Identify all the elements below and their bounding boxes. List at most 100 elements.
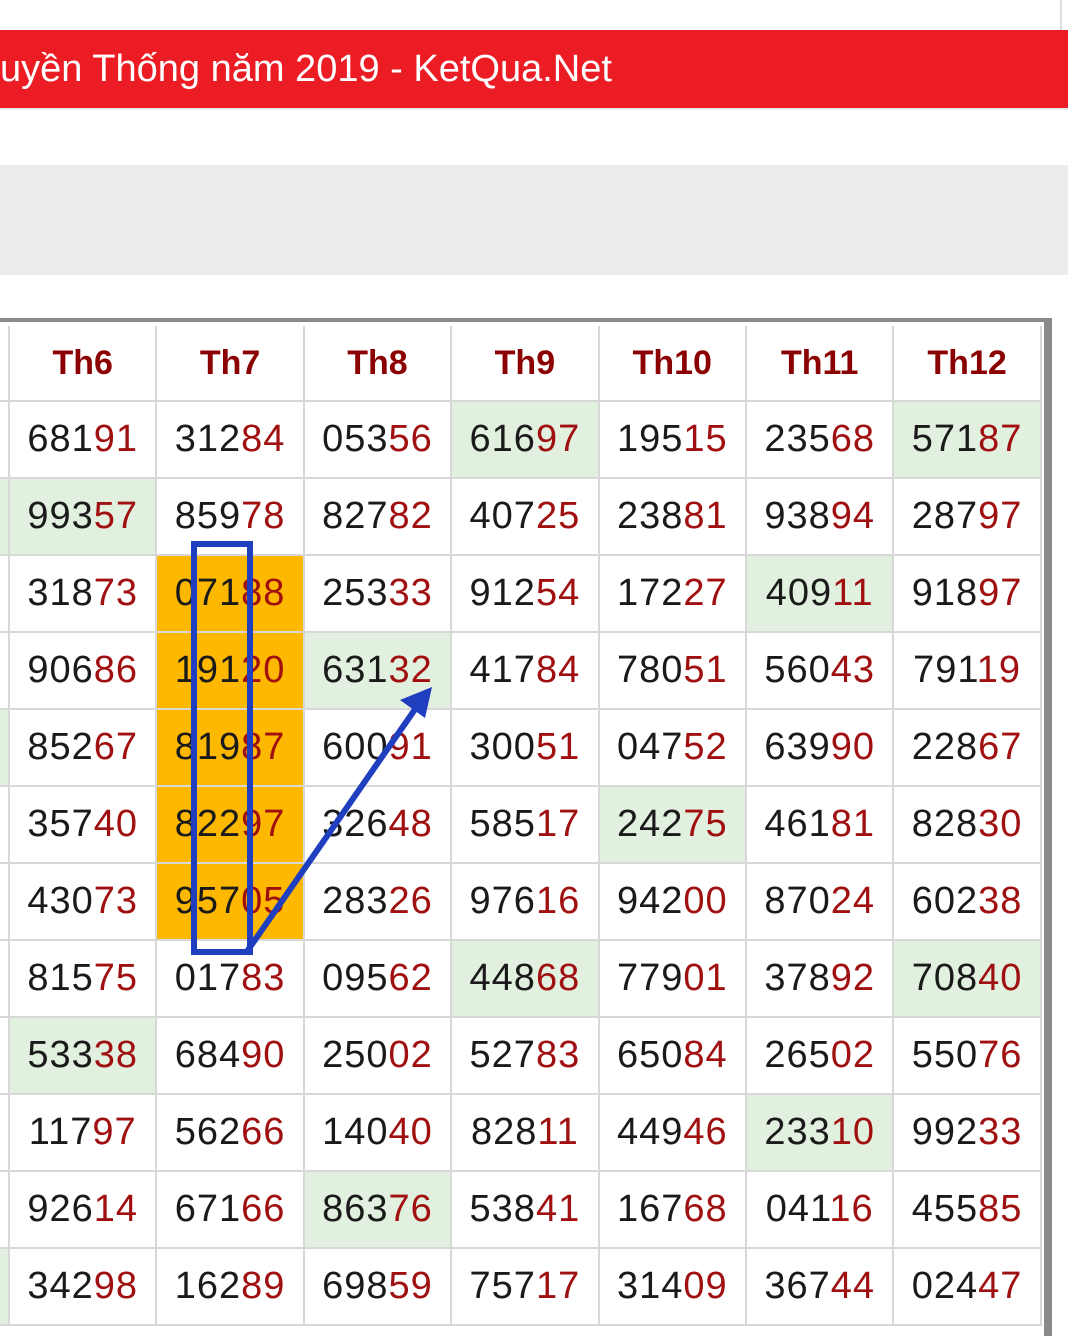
- header-stub: [0, 326, 10, 402]
- result-cell: 90686: [10, 633, 158, 710]
- number-prefix: 017: [174, 957, 242, 999]
- column-header: Th12: [894, 326, 1042, 402]
- column-header: Th9: [452, 326, 600, 402]
- number-prefix: 992: [911, 1111, 979, 1153]
- number-last-two-digits: 81: [830, 803, 876, 845]
- result-cell: 26502: [747, 1018, 895, 1095]
- result-cell: 23568: [747, 402, 895, 479]
- result-cell: 16289: [157, 1249, 305, 1326]
- number-prefix: 822: [174, 803, 242, 845]
- number-last-two-digits: 19: [976, 649, 1022, 691]
- number-prefix: 585: [469, 803, 536, 845]
- number-prefix: 708: [911, 957, 979, 999]
- row-stub: [0, 710, 10, 787]
- number-last-two-digits: 62: [388, 957, 433, 999]
- number-last-two-digits: 98: [93, 1265, 139, 1307]
- row-stub: [0, 633, 10, 710]
- number-last-two-digits: 44: [830, 1265, 876, 1307]
- number-prefix: 326: [322, 803, 389, 845]
- number-prefix: 780: [616, 649, 684, 691]
- result-cell: 82830: [894, 787, 1042, 864]
- result-cell: 82811: [452, 1095, 600, 1172]
- result-cell: 57187: [894, 402, 1042, 479]
- number-last-two-digits: 83: [241, 957, 286, 999]
- number-last-two-digits: 32: [388, 649, 433, 691]
- result-cell: 75717: [452, 1249, 600, 1326]
- number-prefix: 779: [616, 957, 684, 999]
- number-last-two-digits: 40: [978, 957, 1023, 999]
- result-cell: 25333: [304, 556, 453, 633]
- number-prefix: 195: [616, 418, 684, 460]
- number-prefix: 538: [469, 1188, 536, 1230]
- result-cell: 32648: [304, 787, 453, 864]
- result-cell: 58517: [452, 787, 600, 864]
- result-cell: 02447: [894, 1249, 1042, 1326]
- number-last-two-digits: 86: [93, 649, 139, 691]
- result-cell: 25002: [304, 1018, 453, 1095]
- result-cell: 28326: [304, 864, 453, 941]
- number-last-two-digits: 73: [93, 880, 139, 922]
- result-cell: 61697: [452, 402, 600, 479]
- result-cell: 36744: [747, 1249, 895, 1326]
- number-last-two-digits: 83: [535, 1034, 581, 1076]
- number-last-two-digits: 54: [535, 572, 581, 614]
- number-last-two-digits: 30: [978, 803, 1023, 845]
- result-cell: 81987: [157, 710, 305, 787]
- result-cell: 60091: [304, 710, 453, 787]
- number-prefix: 117: [28, 1111, 93, 1153]
- column-header: Th6: [10, 326, 158, 402]
- result-cell: 53338: [10, 1018, 158, 1095]
- number-last-two-digits: 47: [978, 1265, 1023, 1307]
- number-prefix: 314: [616, 1265, 684, 1307]
- number-last-two-digits: 14: [93, 1188, 139, 1230]
- number-prefix: 053: [322, 418, 389, 460]
- number-prefix: 560: [764, 649, 831, 691]
- number-prefix: 684: [174, 1034, 242, 1076]
- number-last-two-digits: 15: [683, 418, 728, 460]
- number-last-two-digits: 33: [978, 1111, 1023, 1153]
- result-cell: 67166: [157, 1172, 305, 1249]
- result-cell: 65084: [599, 1018, 747, 1095]
- result-cell: 56266: [157, 1095, 305, 1172]
- number-last-two-digits: 25: [535, 495, 581, 537]
- row-stub: [0, 479, 10, 556]
- number-prefix: 870: [764, 880, 831, 922]
- number-last-two-digits: 68: [535, 957, 581, 999]
- number-prefix: 828: [470, 1111, 538, 1153]
- result-cell: 19120: [157, 633, 305, 710]
- result-cell: 05356: [304, 402, 453, 479]
- number-prefix: 906: [27, 649, 94, 691]
- number-last-two-digits: 84: [535, 649, 581, 691]
- result-cell: 34298: [10, 1249, 158, 1326]
- result-cell: 79119: [894, 633, 1042, 710]
- number-last-two-digits: 38: [93, 1034, 139, 1076]
- number-last-two-digits: 67: [978, 726, 1023, 768]
- number-last-two-digits: 87: [978, 418, 1023, 460]
- result-cell: 28797: [894, 479, 1042, 556]
- result-cell: 07188: [157, 556, 305, 633]
- number-prefix: 957: [174, 880, 242, 922]
- result-cell: 93894: [747, 479, 895, 556]
- number-last-two-digits: 76: [388, 1188, 433, 1230]
- number-last-two-digits: 02: [388, 1034, 433, 1076]
- number-prefix: 071: [174, 572, 242, 614]
- number-prefix: 527: [469, 1034, 536, 1076]
- result-cell: 99233: [894, 1095, 1042, 1172]
- number-prefix: 461: [764, 803, 831, 845]
- number-last-two-digits: 97: [535, 418, 581, 460]
- result-cell: 04752: [599, 710, 747, 787]
- number-prefix: 852: [27, 726, 94, 768]
- result-cell: 85267: [10, 710, 158, 787]
- number-last-two-digits: 84: [683, 1034, 728, 1076]
- result-cell: 86376: [304, 1172, 453, 1249]
- column-header: Th10: [599, 326, 747, 402]
- result-cell: 52783: [452, 1018, 600, 1095]
- column-header: Th7: [157, 326, 305, 402]
- number-prefix: 562: [174, 1111, 242, 1153]
- result-cell: 82782: [304, 479, 453, 556]
- number-prefix: 191: [174, 649, 242, 691]
- number-prefix: 167: [616, 1188, 684, 1230]
- number-last-two-digits: 40: [388, 1111, 433, 1153]
- number-last-two-digits: 91: [93, 418, 139, 460]
- number-last-two-digits: 52: [683, 726, 728, 768]
